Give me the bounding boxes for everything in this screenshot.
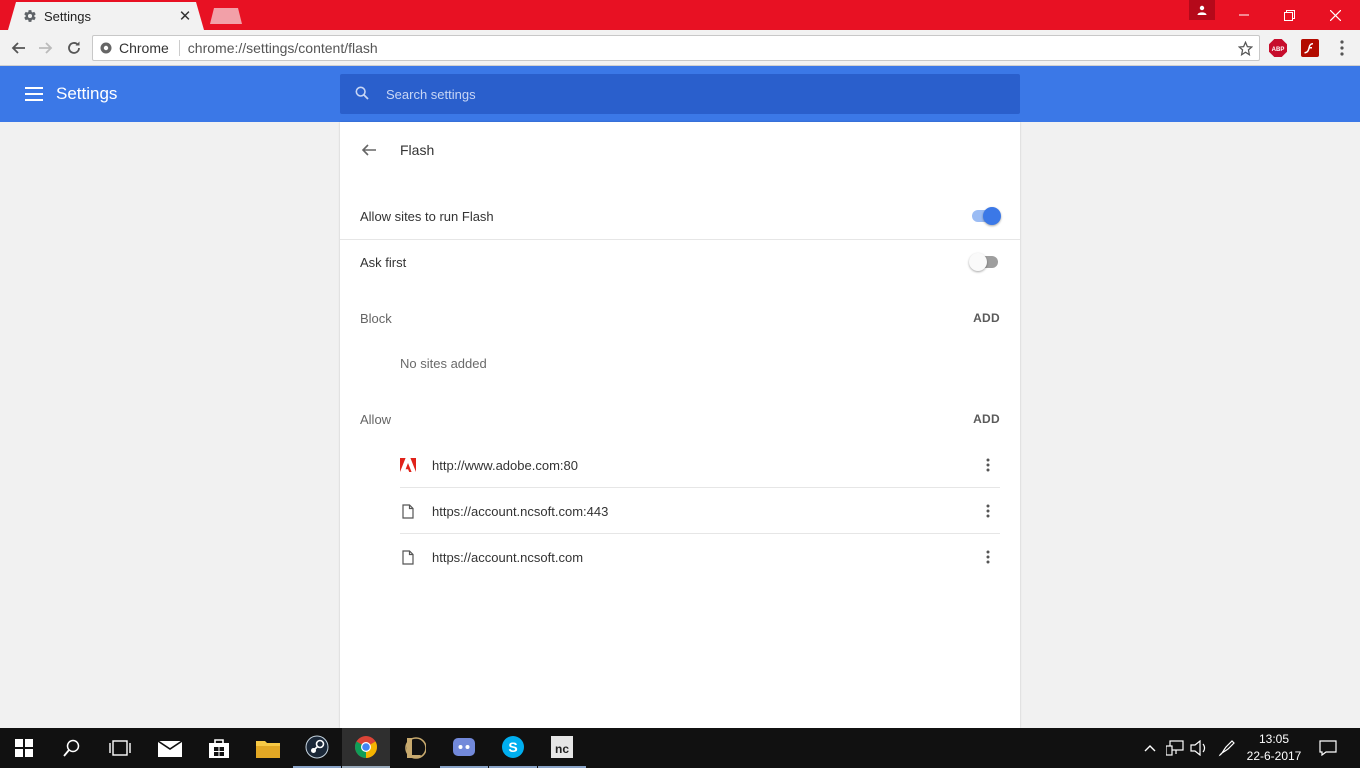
tab-settings[interactable]: Settings ✕ <box>8 2 204 30</box>
address-bar[interactable]: Chrome chrome://settings/content/flash <box>92 35 1260 61</box>
adobe-icon <box>400 457 416 473</box>
subpage-header: Flash <box>340 122 1020 178</box>
allow-flash-row[interactable]: Allow sites to run Flash <box>340 193 1020 239</box>
file-explorer-icon[interactable] <box>244 728 292 768</box>
site-url: https://account.ncsoft.com:443 <box>432 503 609 519</box>
steam-icon[interactable] <box>293 728 341 768</box>
show-hidden-icons-icon[interactable] <box>1140 728 1160 768</box>
network-icon[interactable] <box>1163 728 1187 768</box>
mail-icon[interactable] <box>146 728 194 768</box>
more-actions-icon[interactable] <box>976 499 1000 523</box>
more-actions-icon[interactable] <box>976 453 1000 477</box>
windows-taskbar: S nc 13:05 22-6-2017 <box>0 728 1360 768</box>
svg-text:ABP: ABP <box>1272 47 1285 53</box>
search-input[interactable] <box>386 86 986 102</box>
adblock-plus-icon[interactable]: ABP <box>1269 39 1287 57</box>
search-icon <box>354 85 372 103</box>
block-section-header: Block ADD <box>340 303 1020 333</box>
task-view-icon[interactable] <box>96 728 144 768</box>
chrome-page-icon <box>93 42 119 54</box>
list-item[interactable]: https://account.ncsoft.com <box>400 534 1000 580</box>
ncsoft-icon[interactable]: nc <box>538 728 586 768</box>
allow-flash-toggle[interactable] <box>970 207 1001 225</box>
minimize-button[interactable] <box>1221 0 1267 30</box>
volume-icon[interactable] <box>1187 728 1211 768</box>
ask-first-row[interactable]: Ask first <box>340 239 1020 285</box>
settings-header: Settings <box>0 66 1360 122</box>
chrome-chip: Chrome <box>119 40 180 56</box>
new-tab-button[interactable] <box>210 8 242 24</box>
league-of-legends-icon[interactable] <box>391 728 439 768</box>
close-window-button[interactable] <box>1312 0 1358 30</box>
tab-close-icon[interactable]: ✕ <box>174 7 196 25</box>
gear-icon <box>22 8 38 24</box>
settings-title: Settings <box>56 84 118 103</box>
page-icon <box>400 503 416 519</box>
flash-settings-card: Flash Allow sites to run Flash Ask first… <box>340 122 1020 728</box>
chrome-taskbar-icon[interactable] <box>342 728 390 768</box>
ask-first-toggle[interactable] <box>969 253 1000 271</box>
allow-section-header: Allow ADD <box>340 404 1020 434</box>
site-url: https://account.ncsoft.com <box>432 549 584 565</box>
store-icon[interactable] <box>195 728 243 768</box>
site-url: http://www.adobe.com:80 <box>432 457 578 473</box>
title-bar: Settings ✕ <box>0 0 1360 30</box>
forward-button[interactable] <box>33 35 59 61</box>
search-taskbar-icon[interactable] <box>48 728 96 768</box>
block-add-button[interactable]: ADD <box>973 311 1000 325</box>
browser-toolbar: Chrome chrome://settings/content/flash A… <box>0 30 1360 66</box>
reload-button[interactable] <box>61 35 87 61</box>
allow-add-button[interactable]: ADD <box>973 412 1000 426</box>
page-title: Flash <box>400 142 435 158</box>
block-title: Block <box>360 310 392 326</box>
block-empty-text: No sites added <box>400 356 487 371</box>
restore-button[interactable] <box>1266 0 1312 30</box>
menu-dots-icon[interactable] <box>1333 39 1351 57</box>
tab-title: Settings <box>44 8 91 24</box>
back-arrow-icon[interactable] <box>360 141 380 159</box>
allow-flash-label: Allow sites to run Flash <box>360 208 494 224</box>
svg-text:nc: nc <box>555 742 569 756</box>
hamburger-menu-icon[interactable] <box>25 87 43 101</box>
list-item[interactable]: http://www.adobe.com:80 <box>400 442 1000 488</box>
search-settings-box[interactable] <box>340 74 1020 114</box>
pen-workspace-icon[interactable] <box>1214 728 1240 768</box>
clock-time: 13:05 <box>1258 732 1290 746</box>
action-center-icon[interactable] <box>1314 728 1342 768</box>
discord-icon[interactable] <box>440 728 488 768</box>
back-button[interactable] <box>5 35 31 61</box>
list-item[interactable]: https://account.ncsoft.com:443 <box>400 488 1000 534</box>
clock[interactable]: 13:05 22-6-2017 <box>1240 731 1308 765</box>
allow-title: Allow <box>360 411 392 427</box>
clock-date: 22-6-2017 <box>1246 749 1302 763</box>
start-button[interactable] <box>0 728 48 768</box>
profile-icon[interactable] <box>1189 0 1215 20</box>
more-actions-icon[interactable] <box>976 545 1000 569</box>
bookmark-star-icon[interactable] <box>1231 40 1259 56</box>
flash-extension-icon[interactable] <box>1301 39 1319 57</box>
url-text[interactable]: chrome://settings/content/flash <box>180 40 1231 56</box>
svg-text:S: S <box>508 739 517 755</box>
skype-icon[interactable]: S <box>489 728 537 768</box>
page-icon <box>400 549 416 565</box>
ask-first-label: Ask first <box>360 254 407 270</box>
